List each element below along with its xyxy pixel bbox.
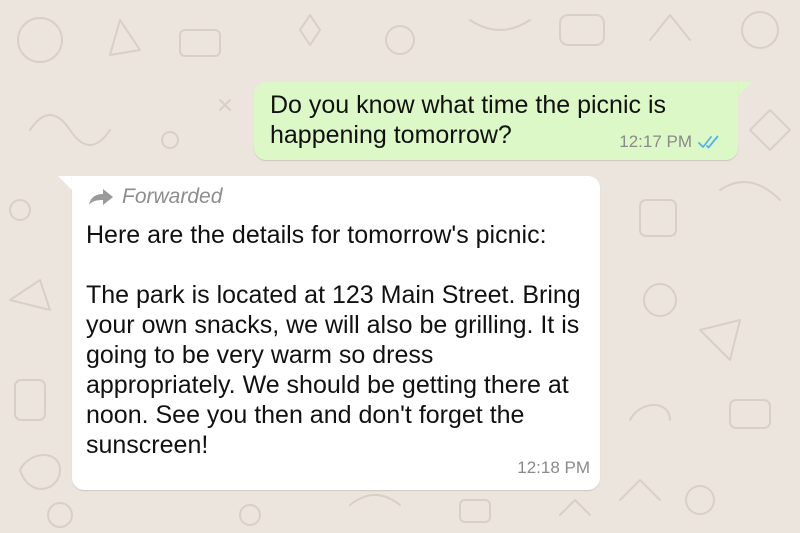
incoming-message-meta: 12:18 PM (517, 458, 590, 478)
double-check-read-icon (698, 135, 719, 149)
outgoing-bubble-tail (738, 82, 752, 96)
forwarded-label: Forwarded (122, 185, 223, 208)
forward-arrow-icon (89, 189, 113, 205)
outgoing-message-time: 12:17 PM (619, 132, 692, 151)
incoming-message-bubble[interactable]: Forwarded Here are the details for tomor… (72, 176, 600, 490)
incoming-message-text: Here are the details for tomorrow's picn… (86, 221, 581, 459)
incoming-message-time: 12:18 PM (517, 458, 590, 477)
forwarded-indicator: Forwarded (88, 185, 222, 209)
incoming-bubble-tail (58, 176, 72, 190)
outgoing-message-meta: 12:17 PM (619, 132, 720, 152)
outgoing-message-bubble[interactable]: Do you know what time the picnic is happ… (254, 82, 738, 160)
